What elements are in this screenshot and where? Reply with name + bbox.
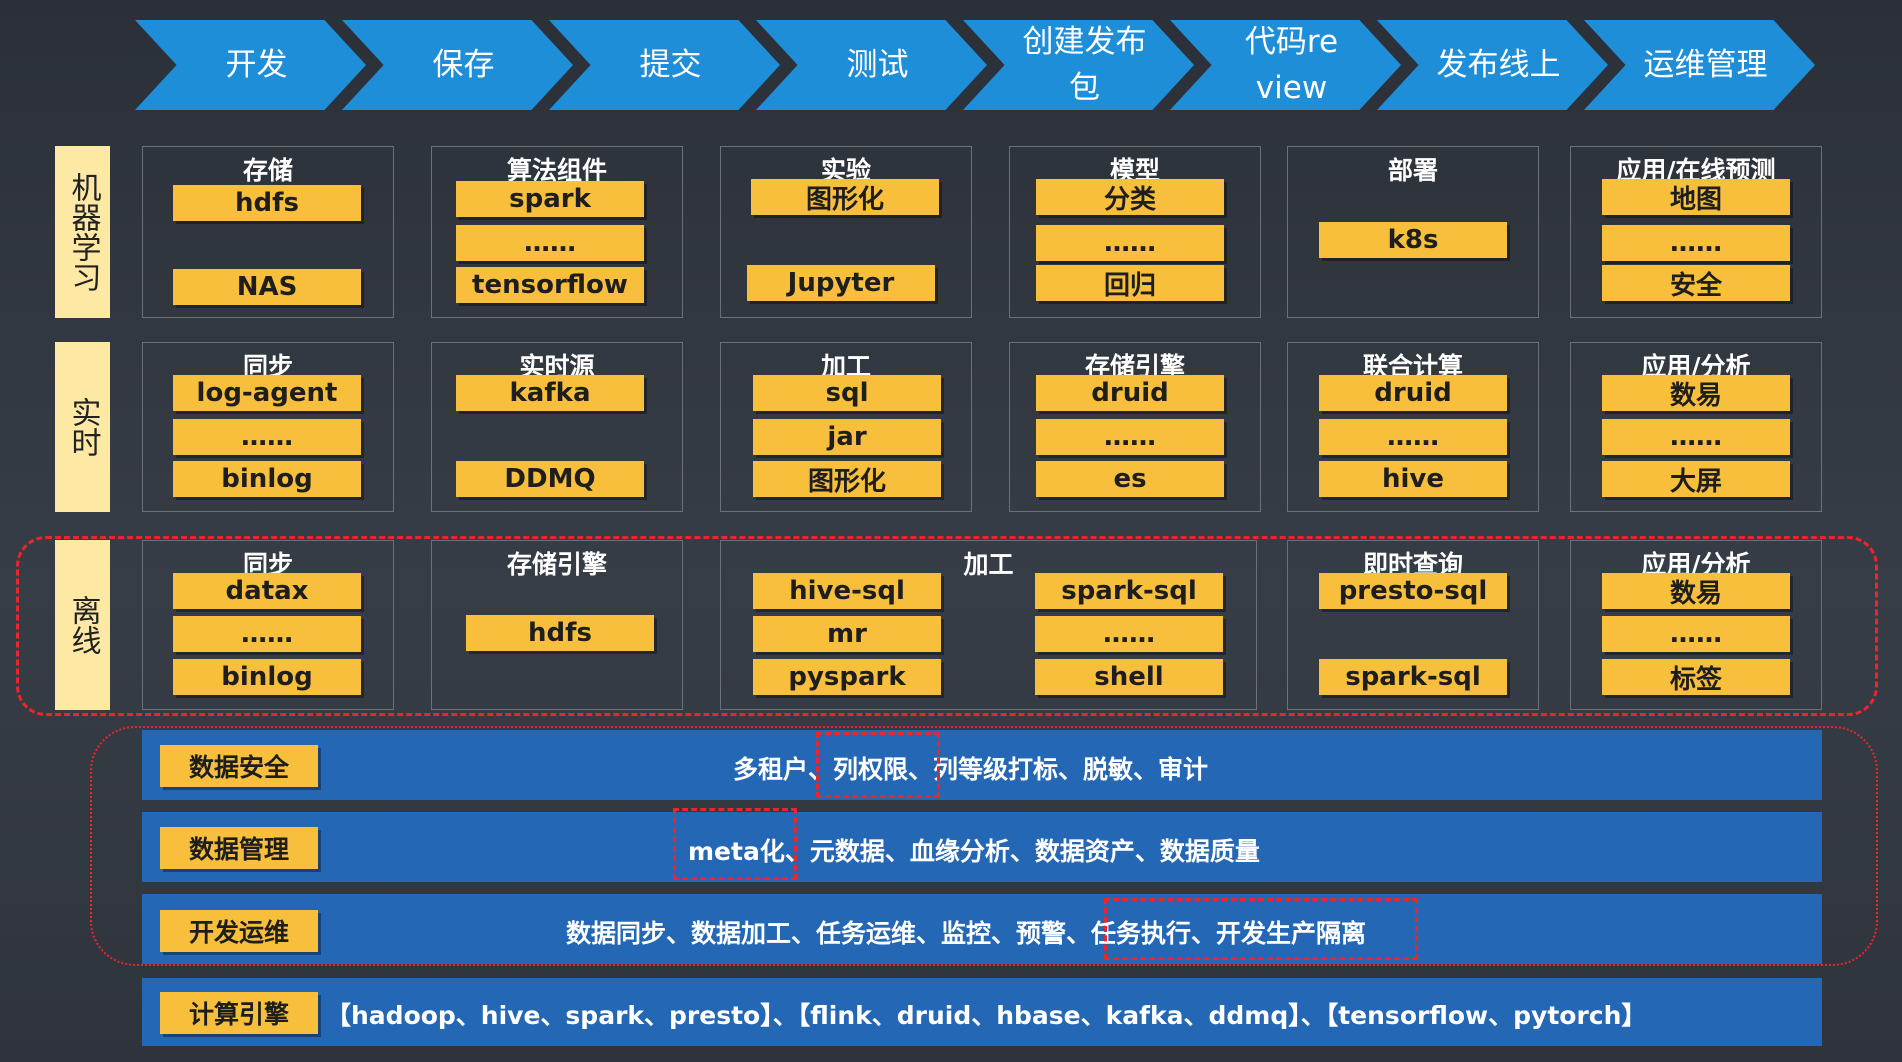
band-label-management: 数据管理 bbox=[160, 827, 318, 869]
chip: 数易 bbox=[1602, 375, 1790, 411]
off-cell-sync: 同步 datax …… binlog bbox=[142, 540, 394, 710]
chip: pyspark bbox=[753, 659, 941, 695]
ml-cell-storage: 存储 hdfs NAS bbox=[142, 146, 394, 318]
chip: kafka bbox=[456, 375, 644, 411]
highlight-meta bbox=[673, 808, 797, 880]
chip: jar bbox=[753, 419, 941, 455]
stage-label: 发布线上 bbox=[1436, 47, 1561, 83]
band-text-pre: 数据同步、数据加工、任务运维、监控、预警、 bbox=[566, 919, 1092, 948]
chip: …… bbox=[173, 616, 361, 652]
chip: binlog bbox=[173, 659, 361, 695]
stage-save-arrow: 保存 bbox=[342, 20, 573, 110]
stage-develop-arrow: 开发 bbox=[135, 20, 366, 110]
chip: NAS bbox=[173, 269, 361, 305]
rt-cell-federated: 联合计算 druid …… hive bbox=[1287, 342, 1539, 512]
rt-cell-application: 应用/分析 数易 …… 大屏 bbox=[1570, 342, 1822, 512]
chip: …… bbox=[1319, 419, 1507, 455]
stage-release-arrow: 发布线上 bbox=[1377, 20, 1608, 110]
band-text-security: 多租户、列权限、列等级打标、脱敏、审计 bbox=[733, 750, 1208, 786]
stage-label: 测试 bbox=[846, 47, 909, 83]
stage-label: 开发 bbox=[225, 47, 288, 83]
chip: spark-sql bbox=[1319, 659, 1507, 695]
row-label-ml: 机器学习 bbox=[55, 146, 110, 318]
cell-title: 存储 bbox=[242, 156, 293, 185]
chip: 图形化 bbox=[753, 461, 941, 497]
chip: shell bbox=[1035, 659, 1223, 695]
stage-commit-arrow: 提交 bbox=[549, 20, 780, 110]
stage-ops-arrow: 运维管理 bbox=[1584, 20, 1815, 110]
ml-cell-model: 模型 分类 …… 回归 bbox=[1009, 146, 1261, 318]
chip: binlog bbox=[173, 461, 361, 497]
cell-title: 部署 bbox=[1387, 156, 1438, 185]
rt-cell-sync: 同步 log-agent …… binlog bbox=[142, 342, 394, 512]
highlight-task-isolation bbox=[1104, 898, 1418, 960]
stage-label: 代码review bbox=[1244, 24, 1339, 106]
chip: 大屏 bbox=[1602, 461, 1790, 497]
chip: mr bbox=[753, 616, 941, 652]
chip: 数易 bbox=[1602, 573, 1790, 609]
ml-cell-deploy: 部署 k8s bbox=[1287, 146, 1539, 318]
chip: 地图 bbox=[1602, 179, 1790, 215]
chip: spark bbox=[456, 181, 644, 217]
ml-cell-experiment: 实验 图形化 Jupyter bbox=[720, 146, 972, 318]
highlight-column-permission bbox=[816, 732, 940, 798]
chip: …… bbox=[1602, 225, 1790, 261]
chip: 标签 bbox=[1602, 659, 1790, 695]
band-text-post: 列等级打标、脱敏、审计 bbox=[933, 755, 1209, 784]
stage-package-arrow: 创建发布包 bbox=[963, 20, 1194, 110]
chip: hive-sql bbox=[753, 573, 941, 609]
rt-cell-source: 实时源 kafka DDMQ bbox=[431, 342, 683, 512]
chip: …… bbox=[1602, 616, 1790, 652]
chip: …… bbox=[1036, 225, 1224, 261]
ml-cell-application: 应用/在线预测 地图 …… 安全 bbox=[1570, 146, 1822, 318]
band-text-post: 元数据、血缘分析、数据资产、数据质量 bbox=[809, 837, 1260, 866]
row-label-offline: 离线 bbox=[55, 540, 110, 710]
band-label-devops: 开发运维 bbox=[160, 910, 318, 952]
chip: 安全 bbox=[1602, 265, 1790, 301]
chip: druid bbox=[1036, 375, 1224, 411]
chip: hdfs bbox=[173, 185, 361, 221]
chip: …… bbox=[1036, 419, 1224, 455]
chip: …… bbox=[456, 225, 644, 261]
chip: 回归 bbox=[1036, 265, 1224, 301]
chip: druid bbox=[1319, 375, 1507, 411]
chip: …… bbox=[1602, 419, 1790, 455]
band-label-engine: 计算引擎 bbox=[160, 992, 318, 1034]
stage-label: 创建发布包 bbox=[1022, 24, 1147, 106]
band-text-engine: 【hadoop、hive、spark、presto】、【flink、druid、… bbox=[326, 1001, 1647, 1030]
chip: hdfs bbox=[466, 615, 654, 651]
ml-cell-algorithms: 算法组件 spark …… tensorflow bbox=[431, 146, 683, 318]
chip: spark-sql bbox=[1035, 573, 1223, 609]
chip: 分类 bbox=[1036, 179, 1224, 215]
stage-review-arrow: 代码review bbox=[1170, 20, 1401, 110]
chip: sql bbox=[753, 375, 941, 411]
off-cell-storage: 存储引擎 hdfs bbox=[431, 540, 683, 710]
chip: log-agent bbox=[173, 375, 361, 411]
chip: hive bbox=[1319, 461, 1507, 497]
off-cell-query: 即时查询 presto-sql spark-sql bbox=[1287, 540, 1539, 710]
band-label-security: 数据安全 bbox=[160, 745, 318, 787]
chip: es bbox=[1036, 461, 1224, 497]
chip: presto-sql bbox=[1319, 573, 1507, 609]
chip: k8s bbox=[1319, 222, 1507, 258]
chip: Jupyter bbox=[747, 265, 935, 301]
stage-label: 提交 bbox=[639, 47, 702, 83]
chip: DDMQ bbox=[456, 461, 644, 497]
cell-title: 存储引擎 bbox=[506, 550, 607, 579]
chip: 图形化 bbox=[751, 179, 939, 215]
rt-cell-processing: 加工 sql jar 图形化 bbox=[720, 342, 972, 512]
chip: …… bbox=[1035, 616, 1223, 652]
chip: tensorflow bbox=[456, 267, 644, 303]
stage-label: 保存 bbox=[432, 47, 495, 83]
rt-cell-storage: 存储引擎 druid …… es bbox=[1009, 342, 1261, 512]
off-cell-processing: 加工 hive-sql mr pyspark spark-sql …… shel… bbox=[720, 540, 1257, 710]
row-label-realtime: 实时 bbox=[55, 342, 110, 512]
chip: datax bbox=[173, 573, 361, 609]
stage-label: 运维管理 bbox=[1643, 47, 1768, 83]
chip: …… bbox=[173, 419, 361, 455]
off-cell-application: 应用/分析 数易 …… 标签 bbox=[1570, 540, 1822, 710]
stage-test-arrow: 测试 bbox=[756, 20, 987, 110]
